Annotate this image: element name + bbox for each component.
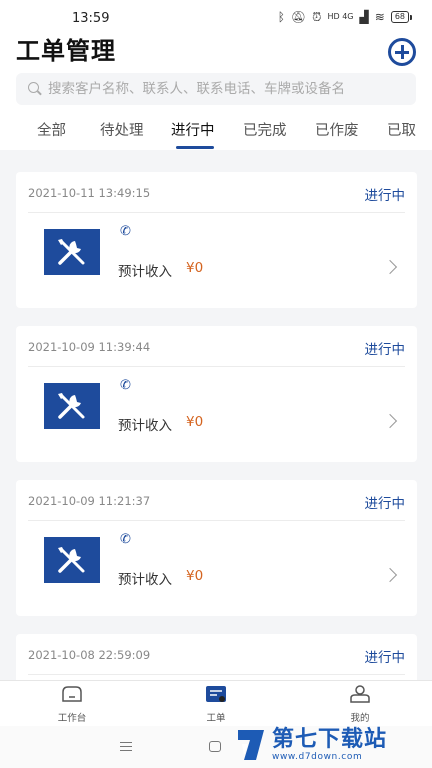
watermark-url: www.d7down.com (272, 752, 363, 762)
repair-tools-icon (44, 537, 100, 583)
order-time: 2021-10-08 22:59:09 (28, 648, 151, 662)
phone-icon[interactable]: ✆ (120, 532, 131, 547)
watermark: 第七下载站 www.d7down.com (234, 722, 432, 768)
order-card[interactable]: 2021-10-11 13:49:15 进行中 ✆ 预计收入 ¥0 (16, 172, 417, 308)
tab-all[interactable]: 全部 (37, 119, 66, 140)
wifi-icon: ≋ (374, 10, 385, 24)
bluetooth-icon: ᛒ (277, 10, 285, 24)
status-tabs: 全部 待处理 进行中 已完成 已作废 已取 (0, 116, 432, 150)
tab-cancelled[interactable]: 已取 (387, 119, 416, 140)
signal-label: HD 4G (327, 12, 354, 21)
order-status: 进行中 (364, 496, 406, 512)
active-tab-indicator (176, 146, 214, 149)
mute-icon: 🔕︎ (290, 10, 307, 24)
income-value: ¥0 (186, 414, 204, 430)
phone-icon[interactable]: ✆ (120, 378, 131, 393)
tab-completed[interactable]: 已完成 (243, 119, 287, 140)
phone-icon[interactable]: ✆ (120, 224, 131, 239)
watermark-logo-icon (234, 726, 268, 764)
status-icons: ᛒ 🔕︎ ⏰︎ HD 4G ▟ ≋ 68 (278, 10, 412, 24)
repair-tools-icon (44, 383, 100, 429)
tab-pending[interactable]: 待处理 (100, 119, 144, 140)
tab-voided[interactable]: 已作废 (315, 119, 359, 140)
battery-icon: 68 (390, 11, 412, 23)
income-value: ¥0 (186, 568, 204, 584)
workbench-icon (62, 686, 82, 702)
income-label: 预计收入 (118, 572, 172, 588)
nav-item-profile[interactable]: 我的 (320, 685, 400, 724)
order-time: 2021-10-11 13:49:15 (28, 186, 151, 200)
order-list[interactable]: 2021-10-11 13:49:15 进行中 ✆ 预计收入 ¥0 2021-1… (0, 150, 432, 680)
search-icon (28, 82, 42, 96)
battery-level: 68 (390, 11, 409, 23)
bottom-nav: 工作台 工单 我的 (0, 680, 432, 726)
chevron-right-icon[interactable] (382, 567, 398, 583)
alarm-icon: ⏰︎ (312, 10, 322, 24)
order-time: 2021-10-09 11:21:37 (28, 494, 151, 508)
income-label: 预计收入 (118, 264, 172, 280)
status-time: 13:59 (72, 11, 110, 26)
chevron-right-icon[interactable] (382, 413, 398, 429)
order-card[interactable]: 2021-10-08 22:59:09 进行中 (16, 634, 417, 680)
income-label: 预计收入 (118, 418, 172, 434)
order-status: 进行中 (364, 188, 406, 204)
order-status: 进行中 (364, 342, 406, 358)
signal-icon: ▟ (359, 10, 369, 24)
work-order-icon (206, 686, 226, 702)
repair-tools-icon (44, 229, 100, 275)
add-order-button[interactable] (388, 38, 416, 66)
home-icon[interactable] (209, 741, 221, 752)
watermark-title: 第七下载站 (272, 727, 388, 752)
status-bar: 13:59 ᛒ 🔕︎ ⏰︎ HD 4G ▟ ≋ 68 (0, 0, 432, 36)
order-card[interactable]: 2021-10-09 11:21:37 进行中 ✆ 预计收入 ¥0 (16, 480, 417, 616)
header: 工单管理 全部 待处理 进行中 已完成 已作废 已取 (0, 36, 432, 150)
profile-icon (350, 685, 370, 703)
order-status: 进行中 (364, 650, 406, 666)
search-input[interactable] (48, 81, 408, 97)
order-card[interactable]: 2021-10-09 11:39:44 进行中 ✆ 预计收入 ¥0 (16, 326, 417, 462)
nav-item-work-order[interactable]: 工单 (176, 685, 256, 724)
search-box[interactable] (16, 73, 416, 105)
chevron-right-icon[interactable] (382, 259, 398, 275)
income-value: ¥0 (186, 260, 204, 276)
order-time: 2021-10-09 11:39:44 (28, 340, 151, 354)
nav-label: 工作台 (57, 713, 87, 724)
nav-item-workbench[interactable]: 工作台 (32, 685, 112, 724)
tab-in-progress[interactable]: 进行中 (171, 119, 215, 140)
menu-icon[interactable] (120, 742, 132, 751)
page-title: 工单管理 (16, 37, 116, 65)
